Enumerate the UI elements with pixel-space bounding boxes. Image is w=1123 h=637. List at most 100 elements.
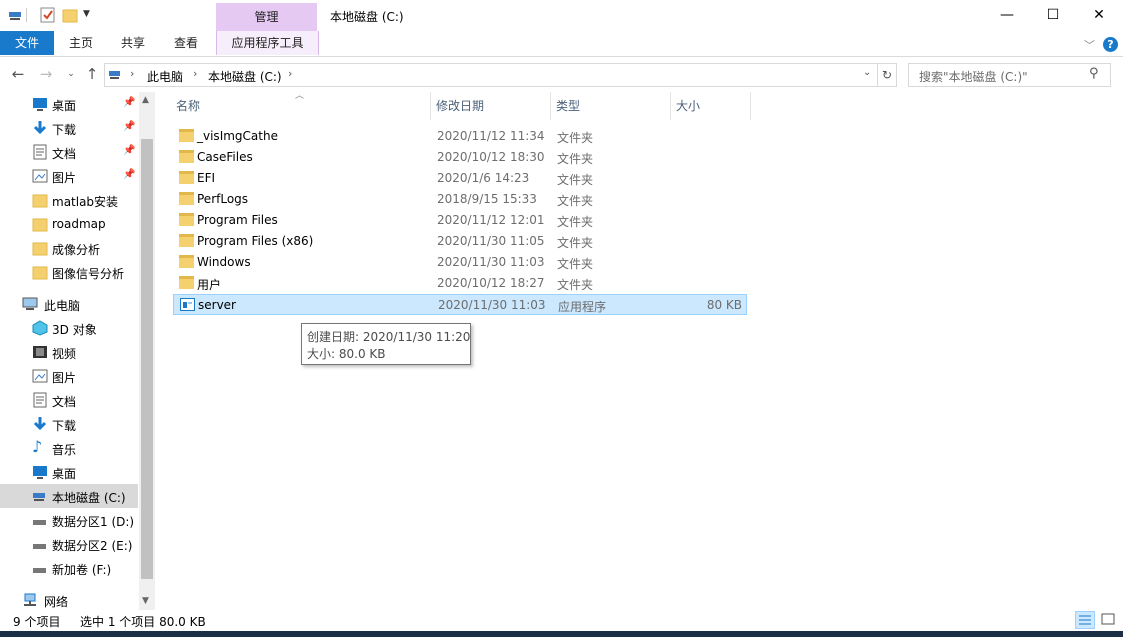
sidebar-item-desktop[interactable]: 桌面 📌 <box>0 92 138 116</box>
file-size: 80 KB <box>706 298 742 312</box>
tab-share[interactable]: 共享 <box>110 31 156 55</box>
sidebar-item-label: 图像信号分析 <box>52 267 125 281</box>
sidebar-item-documents[interactable]: 文档 📌 <box>0 140 138 164</box>
customize-dropdown-icon[interactable]: ▼ <box>83 9 99 25</box>
tab-home[interactable]: 主页 <box>58 31 104 55</box>
sidebar-item-drive-d[interactable]: 数据分区1 (D:) <box>0 508 138 532</box>
forward-arrow-icon[interactable]: → <box>36 64 56 84</box>
folder-icon <box>32 240 48 256</box>
sidebar-item-downloads[interactable]: 下载 📌 <box>0 116 138 140</box>
sidebar-item-desktop-pc[interactable]: 桌面 <box>0 460 138 484</box>
file-date: 2020/11/12 11:34 <box>437 129 545 143</box>
properties-icon[interactable] <box>40 7 56 23</box>
folder-icon <box>32 192 48 208</box>
manage-context-tab: 管理 <box>216 3 317 31</box>
up-arrow-icon[interactable]: ↑ <box>82 64 102 84</box>
folder-icon <box>179 276 194 289</box>
column-header-name[interactable]: 名称 <box>172 92 431 120</box>
sidebar-item-drive-e[interactable]: 数据分区2 (E:) <box>0 532 138 556</box>
column-header-date[interactable]: 修改日期 <box>432 92 551 120</box>
file-row[interactable]: Program Files 2020/11/12 12:01 文件夹 <box>173 210 747 231</box>
close-button[interactable]: ✕ <box>1076 0 1122 31</box>
sidebar-item-imaging[interactable]: 成像分析 <box>0 236 138 260</box>
pictures-icon <box>32 168 48 184</box>
file-type: 文件夹 <box>557 131 594 145</box>
breadcrumb-this-pc[interactable]: 此电脑 <box>147 68 183 85</box>
file-row[interactable]: CaseFiles 2020/10/12 18:30 文件夹 <box>173 147 747 168</box>
search-input[interactable]: 搜索"本地磁盘 (C:)" ⚲ <box>908 63 1111 87</box>
address-bar[interactable]: › 此电脑 › 本地磁盘 (C:) › ⌄ <box>104 63 878 87</box>
minimize-button[interactable]: — <box>984 0 1030 31</box>
sidebar-item-matlab[interactable]: matlab安装 <box>0 188 138 212</box>
folder-icon <box>179 150 194 163</box>
status-selection: 选中 1 个项目 80.0 KB <box>80 615 206 629</box>
file-row[interactable]: 用户 2020/10/12 18:27 文件夹 <box>173 273 747 294</box>
local-disk-icon <box>32 488 48 504</box>
breadcrumb-separator-icon[interactable]: › <box>130 67 134 80</box>
drive-icon <box>108 67 122 84</box>
drive-icon <box>32 512 48 528</box>
sidebar-item-network[interactable]: 网络 <box>0 588 138 612</box>
refresh-icon[interactable]: ↻ <box>878 63 897 87</box>
sidebar-scrollbar-thumb[interactable] <box>141 139 153 579</box>
recent-locations-icon[interactable]: ⌄ <box>61 64 81 84</box>
sidebar-item-roadmap[interactable]: roadmap <box>0 212 138 236</box>
sidebar-item-this-pc[interactable]: 此电脑 <box>0 292 138 316</box>
sidebar-item-label: 下载 <box>52 123 77 137</box>
sidebar-item-music[interactable]: ♪ 音乐 <box>0 436 138 460</box>
file-row[interactable]: Windows 2020/11/30 11:03 文件夹 <box>173 252 747 273</box>
sidebar-item-label: 数据分区1 (D:) <box>52 515 135 529</box>
file-row[interactable]: _visImgCathe 2020/11/12 11:34 文件夹 <box>173 126 747 147</box>
sidebar-item-documents-pc[interactable]: 文档 <box>0 388 138 412</box>
back-arrow-icon[interactable]: ← <box>8 64 28 84</box>
breadcrumb-local-disk[interactable]: 本地磁盘 (C:) <box>208 68 282 85</box>
sidebar-item-image-signal[interactable]: 图像信号分析 <box>0 260 138 284</box>
file-name: EFI <box>197 171 216 185</box>
file-name: Windows <box>197 255 251 269</box>
breadcrumb-separator-icon[interactable]: › <box>193 67 197 80</box>
sidebar-item-pictures[interactable]: 图片 📌 <box>0 164 138 188</box>
file-row[interactable]: EFI 2020/1/6 14:23 文件夹 <box>173 168 747 189</box>
column-header-size[interactable]: 大小 <box>672 92 751 120</box>
tab-app-tools[interactable]: 应用程序工具 <box>216 31 319 55</box>
sidebar-item-label: matlab安装 <box>52 195 119 209</box>
details-view-icon[interactable] <box>1075 611 1095 629</box>
folder-icon <box>179 255 194 268</box>
sidebar-item-videos[interactable]: 视频 <box>0 340 138 364</box>
new-folder-icon[interactable] <box>62 7 78 23</box>
folder-icon <box>179 129 194 142</box>
status-item-count: 9 个项目 <box>13 615 61 629</box>
address-dropdown-icon[interactable]: ⌄ <box>863 67 871 78</box>
sidebar-item-downloads-pc[interactable]: 下载 <box>0 412 138 436</box>
file-date: 2020/11/30 11:05 <box>437 234 545 248</box>
drive-quick-icon[interactable] <box>8 7 24 23</box>
sidebar-item-label: 音乐 <box>52 443 77 457</box>
large-icons-view-icon[interactable] <box>1099 611 1119 629</box>
navigation-pane: 桌面 📌 下载 📌 文档 📌 图片 📌 matlab安装 roadmap 成像分… <box>0 92 155 610</box>
download-icon <box>32 416 48 432</box>
file-row-selected[interactable]: server 2020/11/30 11:03 应用程序 80 KB <box>173 294 747 315</box>
file-date: 2020/10/12 18:30 <box>437 150 545 164</box>
sidebar-item-label: 下载 <box>52 419 77 433</box>
tab-view[interactable]: 查看 <box>163 31 209 55</box>
breadcrumb-separator-icon[interactable]: › <box>288 67 292 80</box>
help-icon[interactable]: ? <box>1103 37 1118 52</box>
maximize-button[interactable]: ☐ <box>1030 0 1076 31</box>
sidebar-item-drive-f[interactable]: 新加卷 (F:) <box>0 556 138 580</box>
sidebar-item-pictures-pc[interactable]: 图片 <box>0 364 138 388</box>
scroll-up-icon[interactable]: ▲ <box>142 95 149 105</box>
tab-file[interactable]: 文件 <box>0 31 54 55</box>
sidebar-item-local-disk-c[interactable]: 本地磁盘 (C:) <box>0 484 138 508</box>
column-header-type[interactable]: 类型 <box>552 92 671 120</box>
scroll-down-icon[interactable]: ▼ <box>142 596 149 606</box>
download-icon <box>32 120 48 136</box>
sidebar-item-label: 文档 <box>52 147 77 161</box>
sidebar-item-label: 桌面 <box>52 99 77 113</box>
sidebar-item-label: roadmap <box>52 217 106 231</box>
chevron-down-icon[interactable]: ﹀ <box>1084 37 1095 53</box>
sidebar-item-label: 图片 <box>52 171 77 185</box>
search-icon[interactable]: ⚲ <box>1089 66 1099 81</box>
file-row[interactable]: PerfLogs 2018/9/15 15:33 文件夹 <box>173 189 747 210</box>
sidebar-item-3d-objects[interactable]: 3D 对象 <box>0 316 138 340</box>
file-row[interactable]: Program Files (x86) 2020/11/30 11:05 文件夹 <box>173 231 747 252</box>
